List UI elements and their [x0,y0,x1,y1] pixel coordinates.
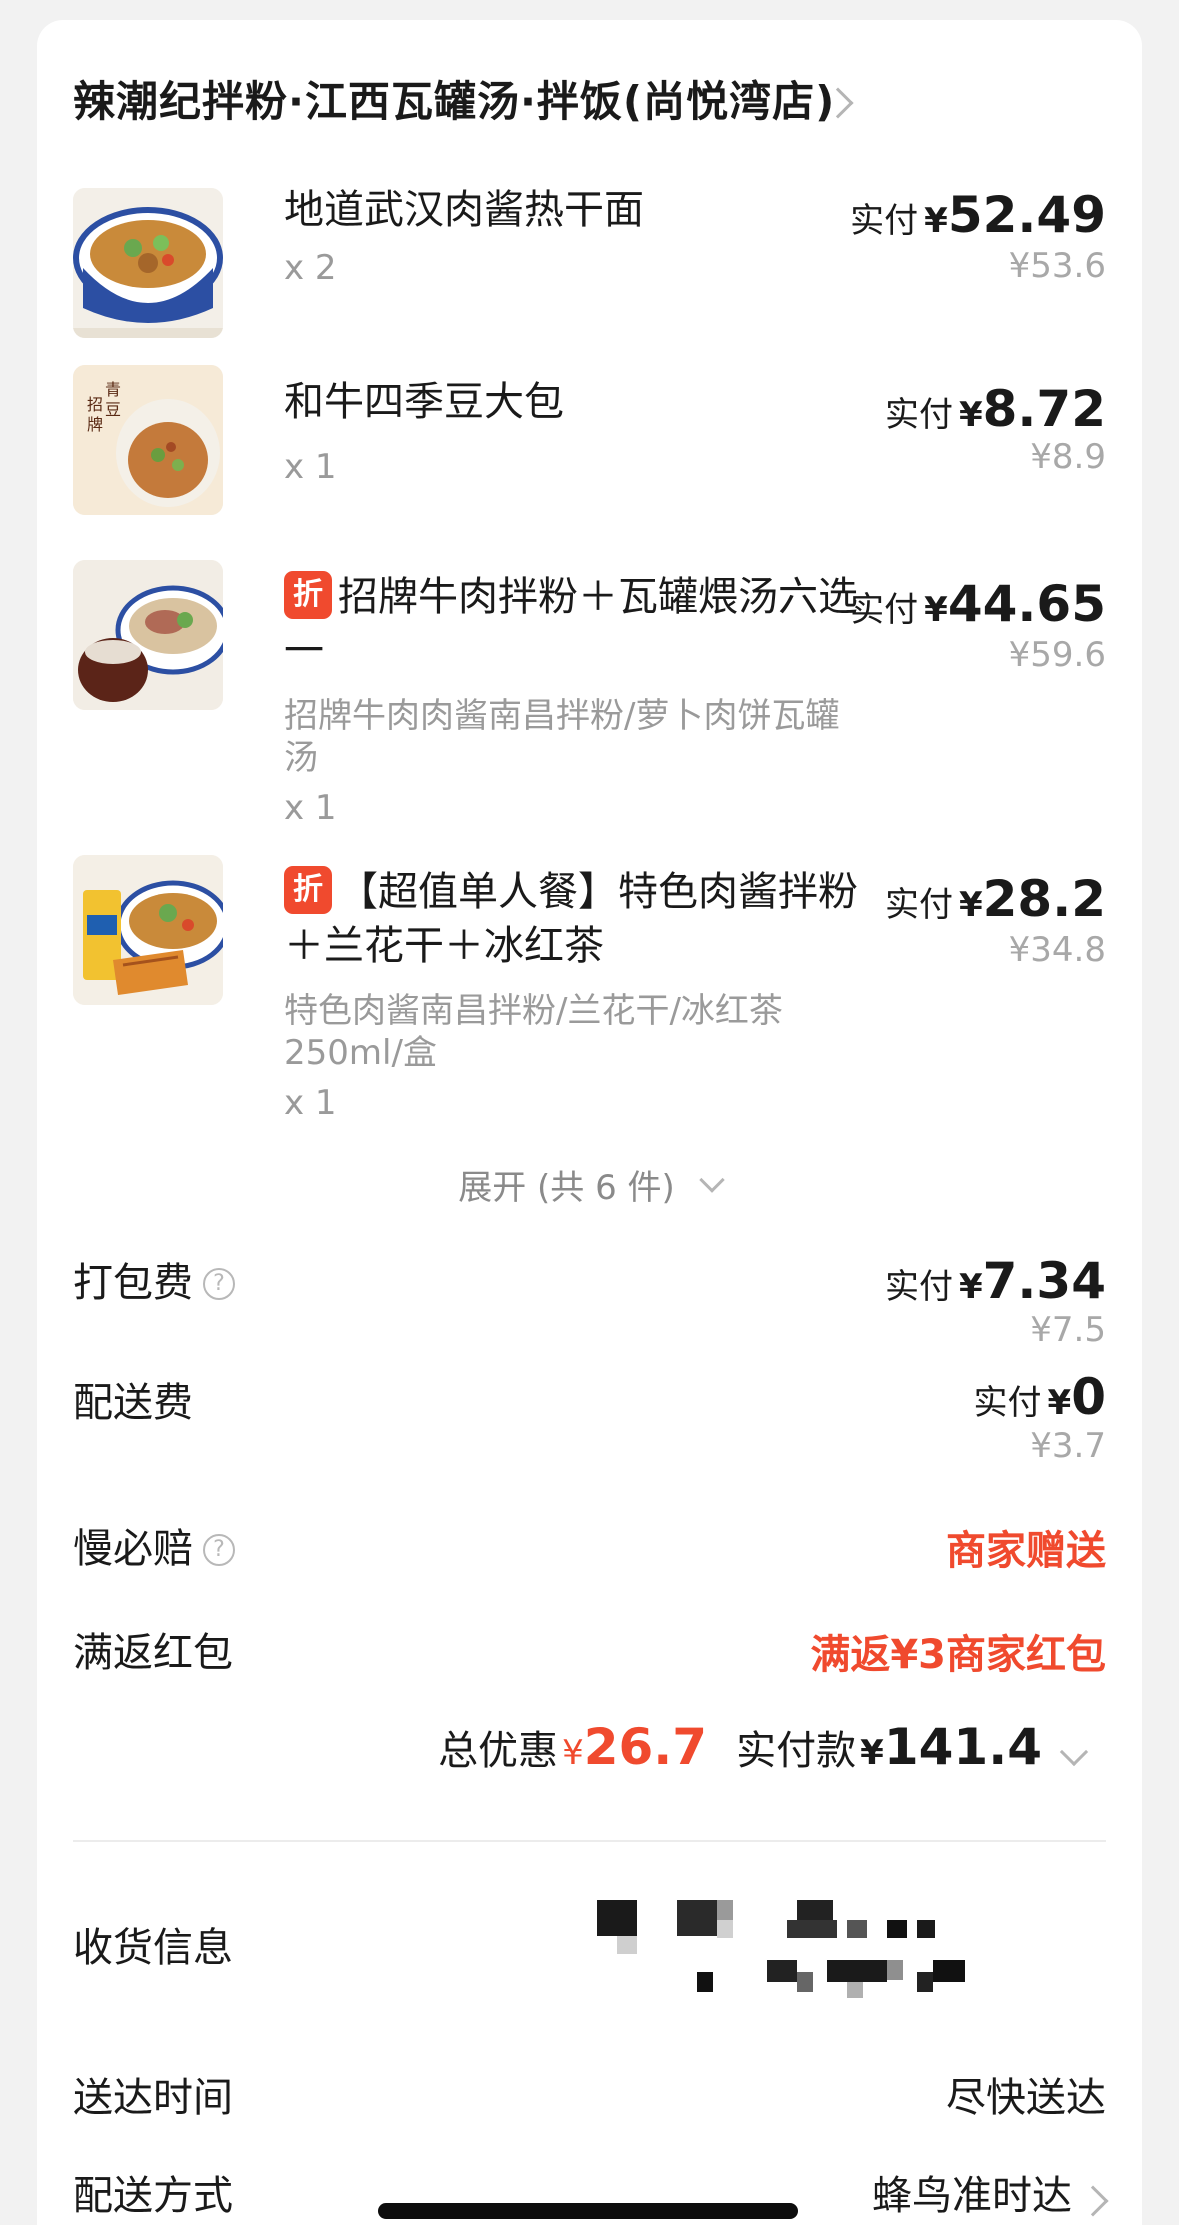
delivery-time-label: 送达时间 [73,2075,233,2121]
item-name: 折招牌牛肉拌粉＋瓦罐煨汤六选 [284,570,934,624]
svg-text:招: 招 [87,395,103,414]
item-paid-price: 实付 ¥28.2 [884,870,1106,928]
delivery-fee-original: ¥3.7 [1030,1426,1106,1466]
item-name-continued: ＋兰花干＋冰红茶 [284,923,604,969]
delivery-fee-paid: 实付 ¥0 [973,1368,1106,1426]
guarantee-value: 商家赠送 [946,1528,1106,1574]
item-image [73,560,223,710]
delivery-method-label: 配送方式 [73,2173,233,2219]
item-original-price: ¥34.8 [1008,930,1106,970]
item-image [73,855,223,1005]
help-icon[interactable]: ? [203,1268,235,1300]
chevron-down-icon[interactable] [1059,1737,1089,1767]
packing-fee-paid: 实付 ¥7.34 [884,1252,1106,1310]
section-divider [73,1840,1106,1842]
packing-fee-label: 打包费? [73,1250,235,1308]
item-paid-price: 实付 ¥44.65 [850,575,1106,633]
item-paid-price: 实付 ¥8.72 [884,380,1106,438]
packing-fee-original: ¥7.5 [1030,1310,1106,1350]
order-item[interactable]: 地道武汉肉酱热干面 x 2 实付 ¥52.49 ¥53.6 [73,168,1106,348]
guarantee-label: 慢必赔? [73,1516,235,1574]
redpacket-value: 满返¥3商家红包 [810,1632,1106,1678]
item-quantity: x 2 [284,248,337,288]
item-name: 地道武汉肉酱热干面 [284,187,644,233]
item-original-price: ¥8.9 [1030,437,1106,477]
order-item[interactable]: 招 牌 青 豆 和牛四季豆大包 x 1 实付 ¥8.72 ¥8.9 [73,365,1106,545]
chevron-right-icon[interactable] [1077,2185,1109,2217]
store-name-link[interactable]: 辣潮纪拌粉·江西瓦罐汤·拌饭(尚悦湾店) [73,68,835,129]
item-original-price: ¥53.6 [1008,246,1106,286]
discount-badge: 折 [284,571,332,619]
item-quantity: x 1 [284,788,337,828]
home-indicator [378,2203,798,2219]
redacted-address [597,1900,1117,2030]
svg-text:豆: 豆 [105,400,121,419]
item-paid-price: 实付 ¥52.49 [850,186,1106,244]
item-description: 250ml/盒 [284,1033,437,1073]
item-quantity: x 1 [284,1083,337,1123]
order-item[interactable]: 折招牌牛肉拌粉＋瓦罐煨汤六选 一 招牌牛肉肉酱南昌拌粉/萝卜肉饼瓦罐 汤 x 1… [73,560,1106,830]
delivery-time-value: 尽快送达 [946,2075,1106,2121]
order-total-summary[interactable]: 总优惠 ¥26.7 实付款 ¥141.4 [438,1718,1042,1776]
item-name-continued: 一 [284,628,324,674]
order-detail-card: 辣潮纪拌粉·江西瓦罐汤·拌饭(尚悦湾店) 地道武汉肉酱热干面 x 2 实付 ¥52… [37,20,1142,2225]
item-quantity: x 1 [284,447,337,487]
item-image: 招 牌 青 豆 [73,365,223,515]
delivery-method-value[interactable]: 蜂鸟准时达 [872,2163,1072,2221]
item-description: 汤 [284,738,318,778]
item-original-price: ¥59.6 [1008,635,1106,675]
item-image [73,188,223,338]
delivery-fee-label: 配送费 [73,1380,193,1426]
svg-text:牌: 牌 [87,415,103,434]
discount-badge: 折 [284,866,332,914]
item-name: 折【超值单人餐】特色肉酱拌粉 [284,865,934,919]
item-description: 特色肉酱南昌拌粉/兰花干/冰红茶 [284,991,783,1031]
item-description: 招牌牛肉肉酱南昌拌粉/萝卜肉饼瓦罐 [284,696,840,736]
redpacket-label: 满返红包 [73,1630,233,1676]
item-name: 和牛四季豆大包 [284,379,564,425]
address-label: 收货信息 [73,1925,233,1971]
chevron-down-icon [699,1167,725,1193]
expand-items-button[interactable]: 展开 (共 6 件) [37,1160,1142,1209]
help-icon[interactable]: ? [203,1534,235,1566]
svg-text:青: 青 [105,380,121,399]
order-item[interactable]: 折【超值单人餐】特色肉酱拌粉 ＋兰花干＋冰红茶 特色肉酱南昌拌粉/兰花干/冰红茶… [73,855,1106,1125]
